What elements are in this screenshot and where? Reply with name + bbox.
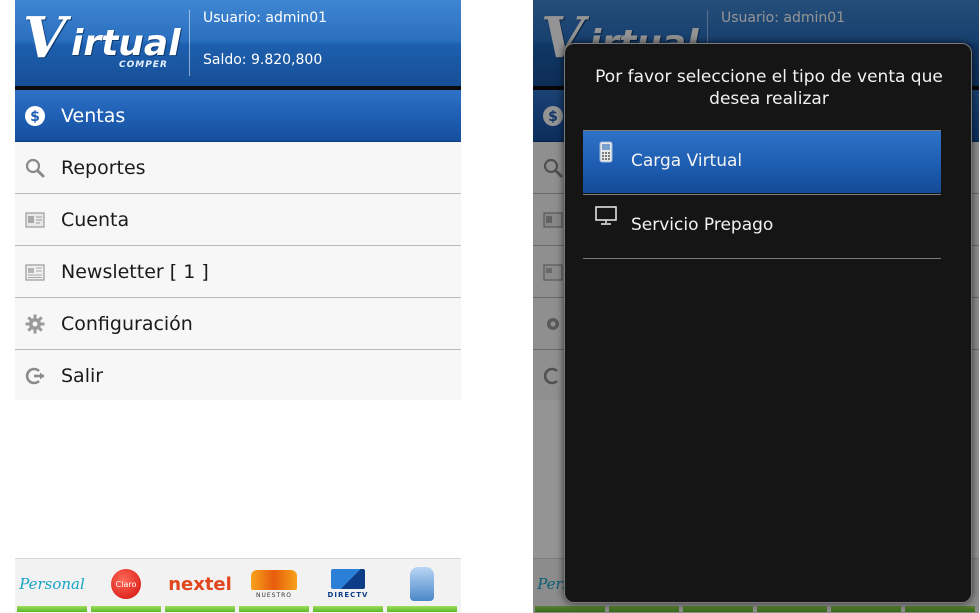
nextel-logo: nextel: [168, 573, 232, 595]
menu-item-label: Cuenta: [61, 208, 130, 231]
logout-arrow-icon: [23, 364, 47, 388]
option-carga-virtual[interactable]: Carga Virtual: [583, 131, 941, 193]
search-icon: [23, 156, 47, 180]
menu-item-configuracion[interactable]: Configuración: [15, 298, 461, 350]
menu-item-salir[interactable]: Salir: [15, 350, 461, 402]
logo-letter: V: [23, 5, 67, 71]
carrier-indicator: [313, 606, 383, 612]
menu-item-label: Salir: [61, 364, 104, 387]
menu-item-label: Newsletter [ 1 ]: [61, 260, 209, 283]
menu-item-label: Reportes: [61, 156, 146, 179]
carrier-personal[interactable]: Personal: [15, 559, 89, 613]
gear-icon: [23, 312, 47, 336]
personal-logo: Personal: [19, 575, 85, 593]
dialog-separator: [583, 258, 941, 259]
logo-wordmark: irtual: [71, 23, 181, 64]
carrier-indicator: [239, 606, 309, 612]
app-header: V irtual COMPER Usuario: admin01 Saldo: …: [15, 0, 461, 86]
carrier-indicator: [17, 606, 87, 612]
menu-item-label: Configuración: [61, 312, 193, 335]
id-card-icon: [23, 208, 47, 232]
newspaper-icon: [23, 260, 47, 284]
carrier-directv[interactable]: DIRECTV: [311, 559, 385, 613]
svg-text:$: $: [30, 109, 40, 125]
option-label: Carga Virtual: [631, 151, 743, 171]
logo-subtitle: COMPER: [119, 60, 168, 70]
option-servicio-prepago[interactable]: Servicio Prepago: [583, 195, 941, 257]
carrier-indicator: [387, 606, 457, 612]
sale-type-dialog: Por favor seleccione el tipo de venta qu…: [564, 43, 972, 603]
carrier-claro[interactable]: Claro: [89, 559, 163, 613]
virtual-comper-logo: V irtual COMPER: [21, 5, 181, 78]
dialog-title: Por favor seleccione el tipo de venta qu…: [595, 67, 943, 109]
nuestro-logo: NUESTRO: [251, 569, 297, 599]
username-label: Usuario: admin01: [203, 10, 328, 26]
carrier-indicator: [91, 606, 161, 612]
menu-item-newsletter[interactable]: Newsletter [ 1 ]: [15, 246, 461, 298]
carrier-nextel[interactable]: nextel: [163, 559, 237, 613]
balance-label: Saldo: 9.820,800: [203, 52, 323, 68]
carrier-nuestro[interactable]: NUESTRO: [237, 559, 311, 613]
mascot-logo: [410, 567, 434, 601]
carrier-bar: Personal Claro nextel NUESTRO DIRECTV: [15, 558, 461, 613]
claro-logo: Claro: [111, 569, 141, 599]
sale-type-dialog-screen: V irtual COMPER Usuario: admin01 Saldo: …: [533, 0, 979, 613]
carrier-indicator: [165, 606, 235, 612]
menu-empty-area: [15, 400, 461, 558]
carrier-mascot[interactable]: [385, 559, 459, 613]
dollar-coin-icon: $: [23, 104, 47, 128]
monitor-icon: [595, 205, 617, 227]
menu-item-ventas[interactable]: $ Ventas: [15, 90, 461, 142]
mobile-phone-icon: [595, 141, 617, 163]
main-menu-screen: V irtual COMPER Usuario: admin01 Saldo: …: [15, 0, 461, 613]
menu-item-cuenta[interactable]: Cuenta: [15, 194, 461, 246]
header-divider: [189, 10, 190, 76]
directv-logo: DIRECTV: [328, 569, 369, 599]
menu-item-label: Ventas: [61, 104, 126, 127]
menu-item-reportes[interactable]: Reportes: [15, 142, 461, 194]
option-label: Servicio Prepago: [631, 215, 774, 235]
